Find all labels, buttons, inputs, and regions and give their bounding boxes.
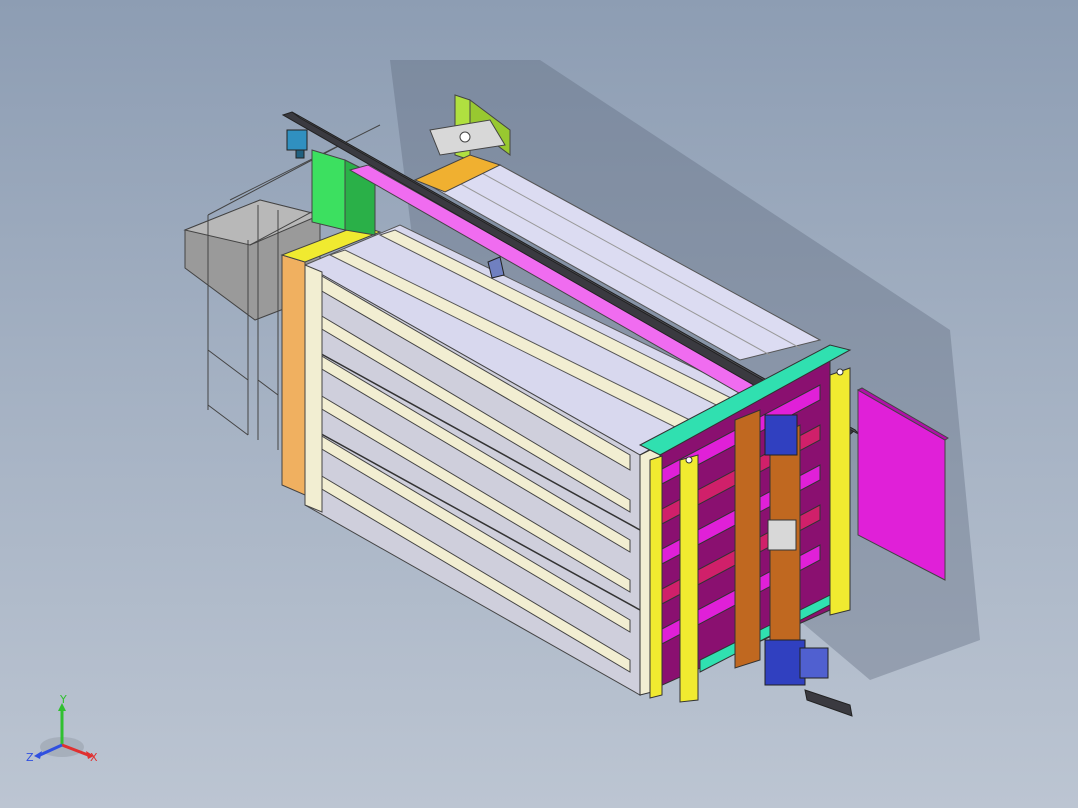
z-axis-label: Z: [26, 751, 34, 764]
bottom-guide-rail: [804, 689, 853, 717]
cad-viewport[interactable]: Y X Z: [0, 0, 1078, 808]
axis-triad: Y X Z: [26, 695, 98, 764]
cyan-motor: [286, 129, 308, 159]
y-axis-label: Y: [59, 695, 67, 706]
x-axis-label: X: [90, 751, 98, 764]
z-axis-head: [34, 751, 42, 759]
cad-model-3d[interactable]: [0, 0, 1078, 808]
